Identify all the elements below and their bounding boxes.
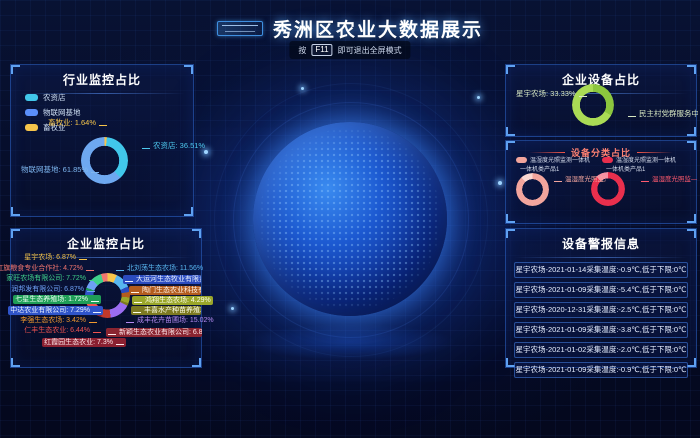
- chart-callout: 农资店: 36.51%: [140, 141, 207, 150]
- glow-dot: [477, 96, 480, 99]
- legend-label: 温湿度光照监测一体机: [530, 155, 590, 164]
- legend-item[interactable]: 一体机类产品1: [520, 164, 559, 173]
- panel-title: 企业监控占比: [11, 229, 201, 252]
- legend-item[interactable]: 农资店: [25, 92, 81, 103]
- alert-item: 星宇农场-2021-01-09采集温度:-3.8℃,低于下限:0℃: [514, 322, 688, 338]
- panel-title: 设备警报信息: [506, 229, 696, 252]
- legend-swatch: [602, 157, 613, 163]
- legend-label: 温湿度光照监测一体机: [616, 155, 676, 164]
- enterprise-label: 七星生态养殖场: 1.72%: [13, 295, 101, 304]
- glow-dot: [301, 87, 304, 90]
- alert-item: 星宇农场-2020-12-31采集温度:-2.5℃,低于下限:0℃: [514, 302, 688, 318]
- dashboard: 秀洲区农业大数据展示 按 F11 即可退出全屏模式 行业监控占比 农资店 物联网…: [0, 0, 700, 438]
- chart-callout: 温湿度光照监测一—: [552, 175, 606, 184]
- enterprise-label: 李强生态农场: 3.42%: [18, 316, 99, 325]
- enterprise-label: 陶门生态农业科技有限公: [129, 286, 201, 295]
- enterprise-label: 成丰花卉苗圃场: 15.02%: [124, 316, 216, 325]
- alerts-list: 星宇农场-2021-01-14采集温度:-0.9℃,低于下限:0℃ 星宇农场-2…: [506, 262, 696, 378]
- alert-item: 星宇农场-2021-01-02采集温度:-2.0℃,低于下限:0℃: [514, 342, 688, 358]
- panel-enterprise-monitor: 企业监控占比 星宇农场: 6.87% 红旗粮食专业合作社: 4.72% 家旺农场…: [10, 228, 202, 368]
- legend-label: 物联网基地: [43, 107, 81, 118]
- legend-swatch: [25, 109, 38, 116]
- industry-donut-chart[interactable]: [81, 137, 128, 184]
- legend-item[interactable]: 温湿度光照监测一体机: [516, 155, 590, 164]
- legend-item[interactable]: 物联网基地: [25, 107, 81, 118]
- enterprise-label: 大运河生态牧业有限责任公: [123, 275, 201, 284]
- chart-callout: 星宇农场: 33.33%: [514, 89, 589, 98]
- title-ornament: [637, 152, 673, 153]
- legend-label: 农资店: [43, 92, 66, 103]
- enterprise-label: 北刘荡生态农场: 11.56%: [114, 264, 205, 273]
- panel-device-ratio: 企业设备占比 星宇农场: 33.33% 民主村党群服务中心:: [505, 64, 697, 137]
- hint-suffix: 即可退出全屏模式: [338, 45, 402, 56]
- title-ornament: [529, 152, 565, 153]
- industry-legend: 农资店 物联网基地 畜牧业: [25, 92, 81, 137]
- alert-item: 星宇农场-2021-01-14采集温度:-0.9℃,低于下限:0℃: [514, 262, 688, 278]
- enterprise-label: 红旗粮食专业合作社: 4.72%: [0, 264, 96, 273]
- enterprise-label: 润邦发有限公司: 6.87%: [9, 285, 97, 294]
- enterprise-label: 鸿翔生态农场: 4.29%: [132, 296, 213, 305]
- enterprise-label: 中达农业有限公司: 7.29%: [8, 306, 103, 315]
- alert-item: 星宇农场-2021-01-09采集温度:-0.9℃,低于下限:0℃: [514, 362, 688, 378]
- legend-swatch: [25, 124, 38, 131]
- fullscreen-hint: 按 F11 即可退出全屏模式: [289, 41, 410, 59]
- enterprise-label: 丰喜水产种苗养殖场: 1.: [131, 306, 201, 315]
- legend-label: 一体机类产品1: [520, 164, 559, 173]
- glow-dot: [204, 150, 208, 154]
- enterprise-label: 家旺农场有限公司: 7.72%: [4, 274, 99, 283]
- device-category-donut-1[interactable]: [516, 173, 549, 206]
- chart-callout: 物联网基地: 61.85%: [19, 165, 101, 174]
- legend-swatch: [516, 157, 527, 163]
- chart-callout: 民主村党群服务中心:: [626, 109, 698, 118]
- enterprise-label: 新颖生态农业有限公司: 6.87%: [106, 328, 202, 337]
- panel-device-alerts: 设备警报信息 星宇农场-2021-01-14采集温度:-0.9℃,低于下限:0℃…: [505, 228, 697, 368]
- title-divider: [514, 257, 688, 258]
- glow-dot: [498, 181, 502, 185]
- panel-title: 企业设备占比: [506, 65, 696, 88]
- legend-item[interactable]: 温湿度光照监测一体机: [602, 155, 676, 164]
- panel-industry-monitor: 行业监控占比 农资店 物联网基地 畜牧业 畜牧业: 1.64% 农资店: 36.…: [10, 64, 194, 217]
- page-title: 秀洲区农业大数据展示: [273, 15, 483, 42]
- panel-device-category: 设备分类占比 温湿度光照监测一体机 一体机类产品1 温湿度光照监测一体机 一体机…: [505, 140, 697, 224]
- glow-dot: [231, 307, 234, 310]
- header: 秀洲区农业大数据展示: [0, 15, 700, 42]
- enterprise-label: 仁丰生态农业: 6.44%: [22, 326, 103, 335]
- globe: [253, 122, 447, 316]
- chart-callout: 畜牧业: 1.64%: [46, 118, 109, 127]
- alert-item: 星宇农场-2021-01-09采集温度:-5.4℃,低于下限:0℃: [514, 282, 688, 298]
- enterprise-label: 红霞园生态农业: 7.3%: [42, 338, 126, 347]
- chart-callout: 温湿度光照监—: [639, 175, 697, 184]
- panel-title: 行业监控占比: [11, 65, 193, 88]
- globe-base-glow: [243, 324, 457, 360]
- enterprise-label: 星宇农场: 6.87%: [22, 253, 89, 262]
- brand-logo: [217, 21, 263, 36]
- legend-swatch: [25, 94, 38, 101]
- hint-prefix: 按: [298, 45, 306, 56]
- f11-key-label: F11: [311, 44, 332, 56]
